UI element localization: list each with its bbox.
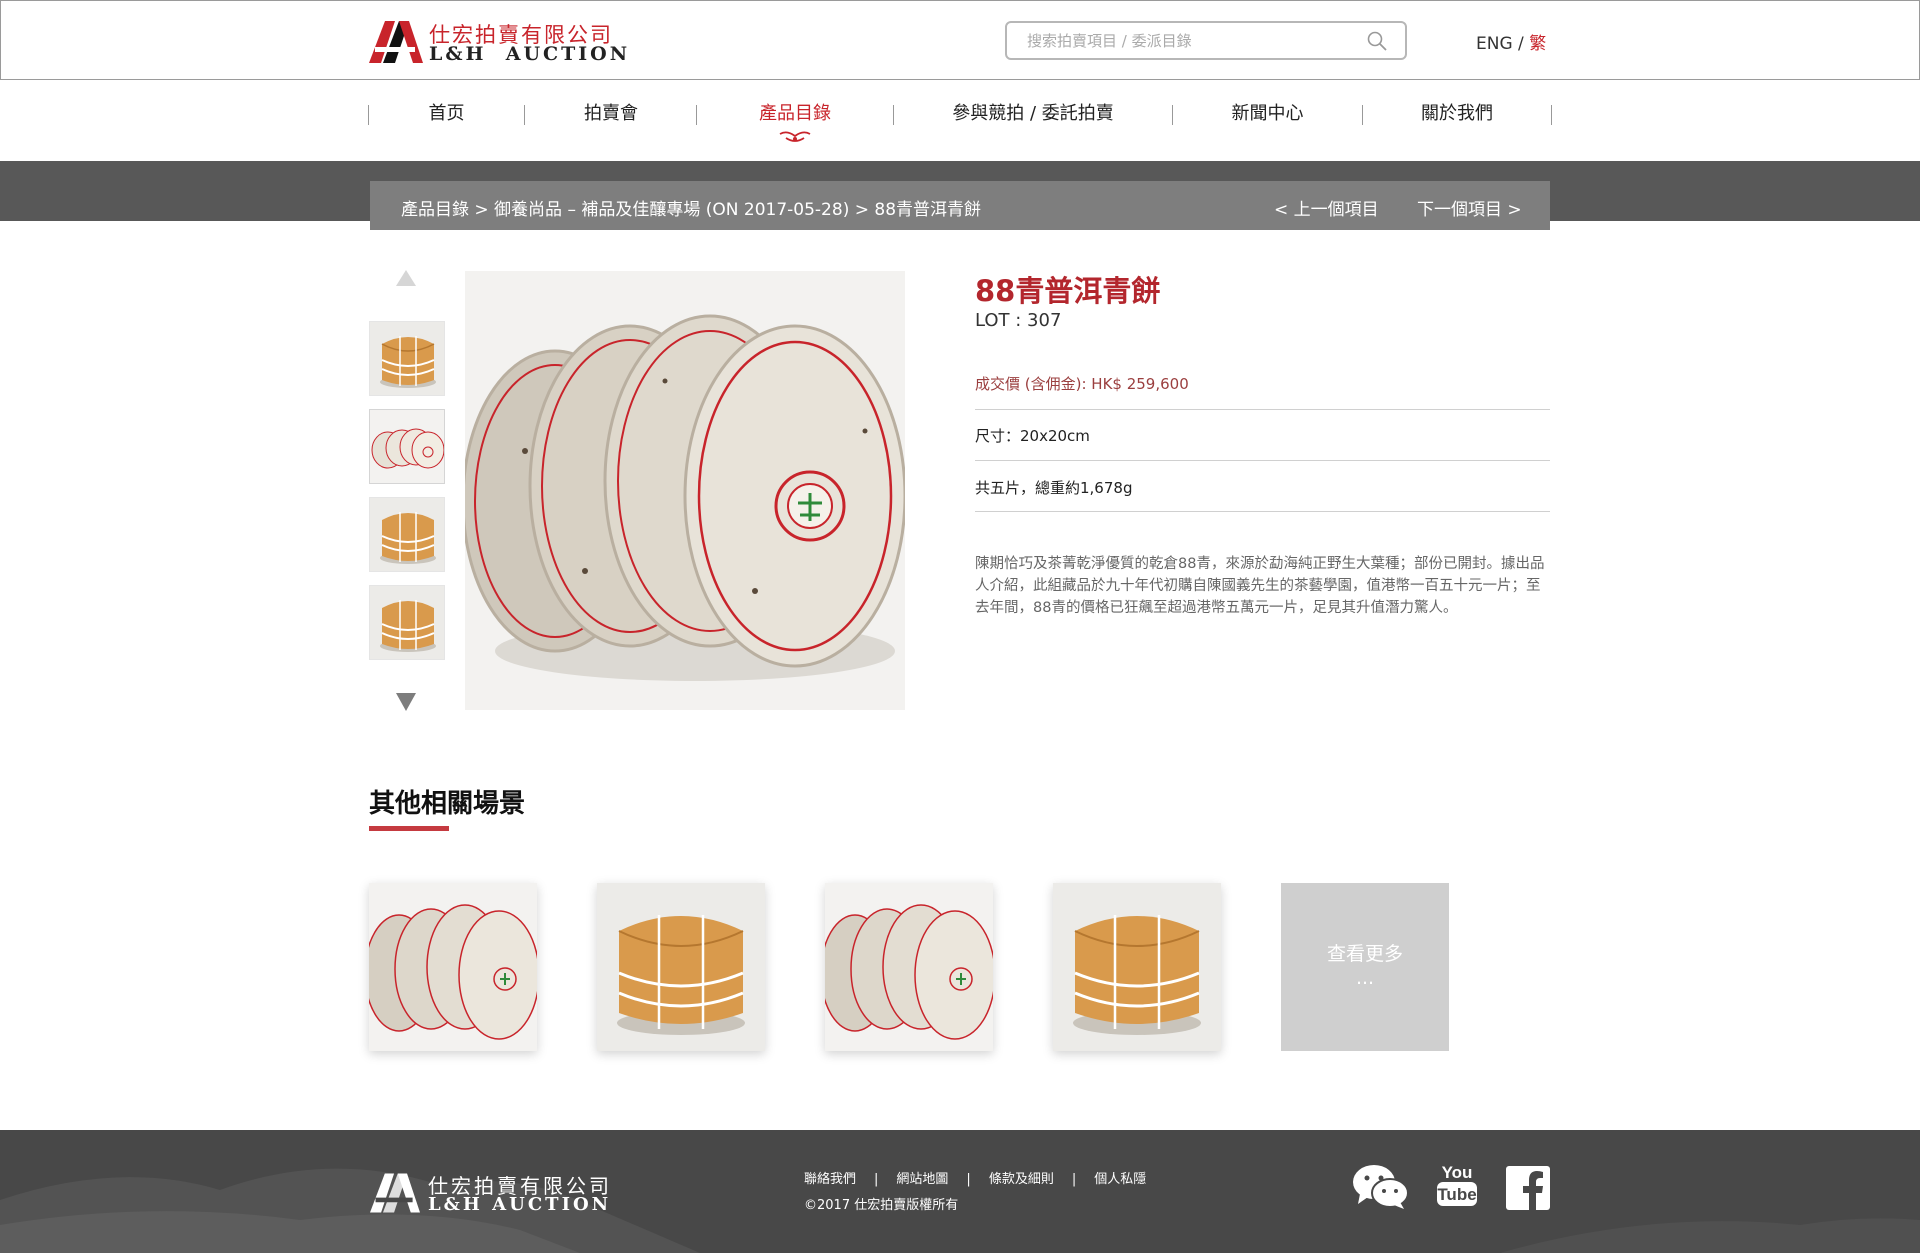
copyright: ©2017 仕宏拍賣版權所有 <box>804 1198 959 1213</box>
company-logo[interactable]: 仕宏拍賣有限公司 L&H AUCTION <box>369 19 627 65</box>
next-item-link[interactable]: 下一個項目 > <box>1417 195 1522 220</box>
arrow-up-icon[interactable] <box>396 270 416 286</box>
nav-about[interactable]: 關於我們 <box>1363 97 1551 131</box>
lang-separator: / <box>1518 34 1524 54</box>
youtube-icon[interactable]: You Tube <box>1436 1160 1478 1208</box>
search-icon[interactable] <box>1367 31 1387 51</box>
tea-stack-image <box>370 498 444 571</box>
nav-bidding[interactable]: 參與競拍 / 委託拍賣 <box>894 97 1172 131</box>
tea-cakes-image <box>370 410 444 483</box>
svg-text:You: You <box>1442 1163 1473 1182</box>
logo-mark-icon <box>370 1173 420 1213</box>
tea-stack-image <box>1053 883 1221 1051</box>
related-item-4[interactable] <box>1053 883 1221 1051</box>
tea-cakes-image <box>369 883 537 1051</box>
nav-separator <box>1551 105 1552 125</box>
nav-news[interactable]: 新聞中心 <box>1173 97 1362 131</box>
product-weight: 共五片，總重約1,678g <box>975 479 1133 497</box>
tea-stack-image <box>370 586 444 659</box>
view-more-dots: ... <box>1355 967 1375 989</box>
nav-home[interactable]: 首页 <box>369 97 524 131</box>
product-description: 陳期恰巧及茶菁乾淨優質的乾倉88青，來源於勐海純正野生大葉種；部份已開封。據出品… <box>975 556 1545 616</box>
thumbnail-2[interactable] <box>369 409 445 484</box>
footer-link-contact[interactable]: 聯絡我們 <box>804 1172 856 1187</box>
thumbnail-3[interactable] <box>369 497 445 572</box>
title-underline <box>369 826 449 831</box>
related-item-1[interactable] <box>369 883 537 1051</box>
active-ornament-icon <box>779 131 811 142</box>
top-bar: 仕宏拍賣有限公司 L&H AUCTION ENG / 繁 <box>0 0 1920 80</box>
main-product-image[interactable] <box>465 271 905 710</box>
sold-price: 成交價 (含佣金): HK$ 259,600 <box>975 375 1189 393</box>
divider <box>975 511 1550 512</box>
nav-catalog[interactable]: 產品目錄 <box>697 97 893 131</box>
logo-mark-icon <box>369 21 423 63</box>
search-input[interactable] <box>1025 29 1345 53</box>
wechat-icon[interactable] <box>1352 1164 1410 1210</box>
tea-cakes-image <box>825 883 993 1051</box>
facebook-icon[interactable] <box>1506 1166 1550 1210</box>
product-title: 88青普洱青餅 <box>975 274 1161 308</box>
previous-item-link[interactable]: < 上一個項目 <box>1274 195 1379 220</box>
footer-link-terms[interactable]: 條款及細則 <box>989 1172 1054 1187</box>
view-more-label: 查看更多 <box>1326 943 1403 965</box>
language-switch: ENG / 繁 <box>1476 29 1546 54</box>
divider <box>975 460 1550 461</box>
breadcrumb: 產品目錄 > 御養尚品 – 補品及佳釀專場 (ON 2017-05-28) > … <box>370 181 1550 230</box>
view-more-button[interactable]: 查看更多 ... <box>1281 883 1449 1051</box>
divider <box>975 409 1550 410</box>
lot-number: LOT : 307 <box>975 310 1062 331</box>
tea-cakes-image <box>465 271 905 710</box>
thumbnail-4[interactable] <box>369 585 445 660</box>
nav-auctions[interactable]: 拍賣會 <box>525 97 697 131</box>
thumbnail-1[interactable] <box>369 321 445 396</box>
footer-logo[interactable]: 仕宏拍賣有限公司 L&H AUCTION <box>370 1170 610 1216</box>
footer-logo-en: L&H AUCTION <box>428 1194 612 1215</box>
svg-text:Tube: Tube <box>1437 1185 1476 1204</box>
main-nav: 首页 拍賣會 產品目錄 參與競拍 / 委託拍賣 新聞中心 關於我們 <box>368 97 1552 131</box>
lang-tc-link[interactable]: 繁 <box>1529 34 1546 54</box>
footer-link-sitemap[interactable]: 網站地圖 <box>896 1172 948 1187</box>
tea-stack-image <box>597 883 765 1051</box>
mountain-background <box>0 1168 1920 1253</box>
related-item-2[interactable] <box>597 883 765 1051</box>
tea-stack-image <box>370 322 444 395</box>
related-section-title: 其他相關場景 <box>369 789 526 819</box>
footer-link-privacy[interactable]: 個人私隱 <box>1094 1172 1146 1187</box>
footer: 仕宏拍賣有限公司 L&H AUCTION 聯絡我們 | 網站地圖 | 條款及細則 | 個人私… <box>0 1130 1920 1253</box>
breadcrumb-path[interactable]: 產品目錄 > 御養尚品 – 補品及佳釀專場 (ON 2017-05-28) > … <box>401 195 981 220</box>
arrow-down-icon[interactable] <box>396 693 416 711</box>
product-size: 尺寸：20x20cm <box>975 427 1090 445</box>
footer-links: 聯絡我們 | 網站地圖 | 條款及細則 | 個人私隱 <box>804 1172 1147 1187</box>
search-box <box>1005 21 1407 60</box>
related-item-3[interactable] <box>825 883 993 1051</box>
lang-eng-link[interactable]: ENG <box>1476 34 1513 54</box>
logo-text-en: L&H AUCTION <box>429 43 631 65</box>
